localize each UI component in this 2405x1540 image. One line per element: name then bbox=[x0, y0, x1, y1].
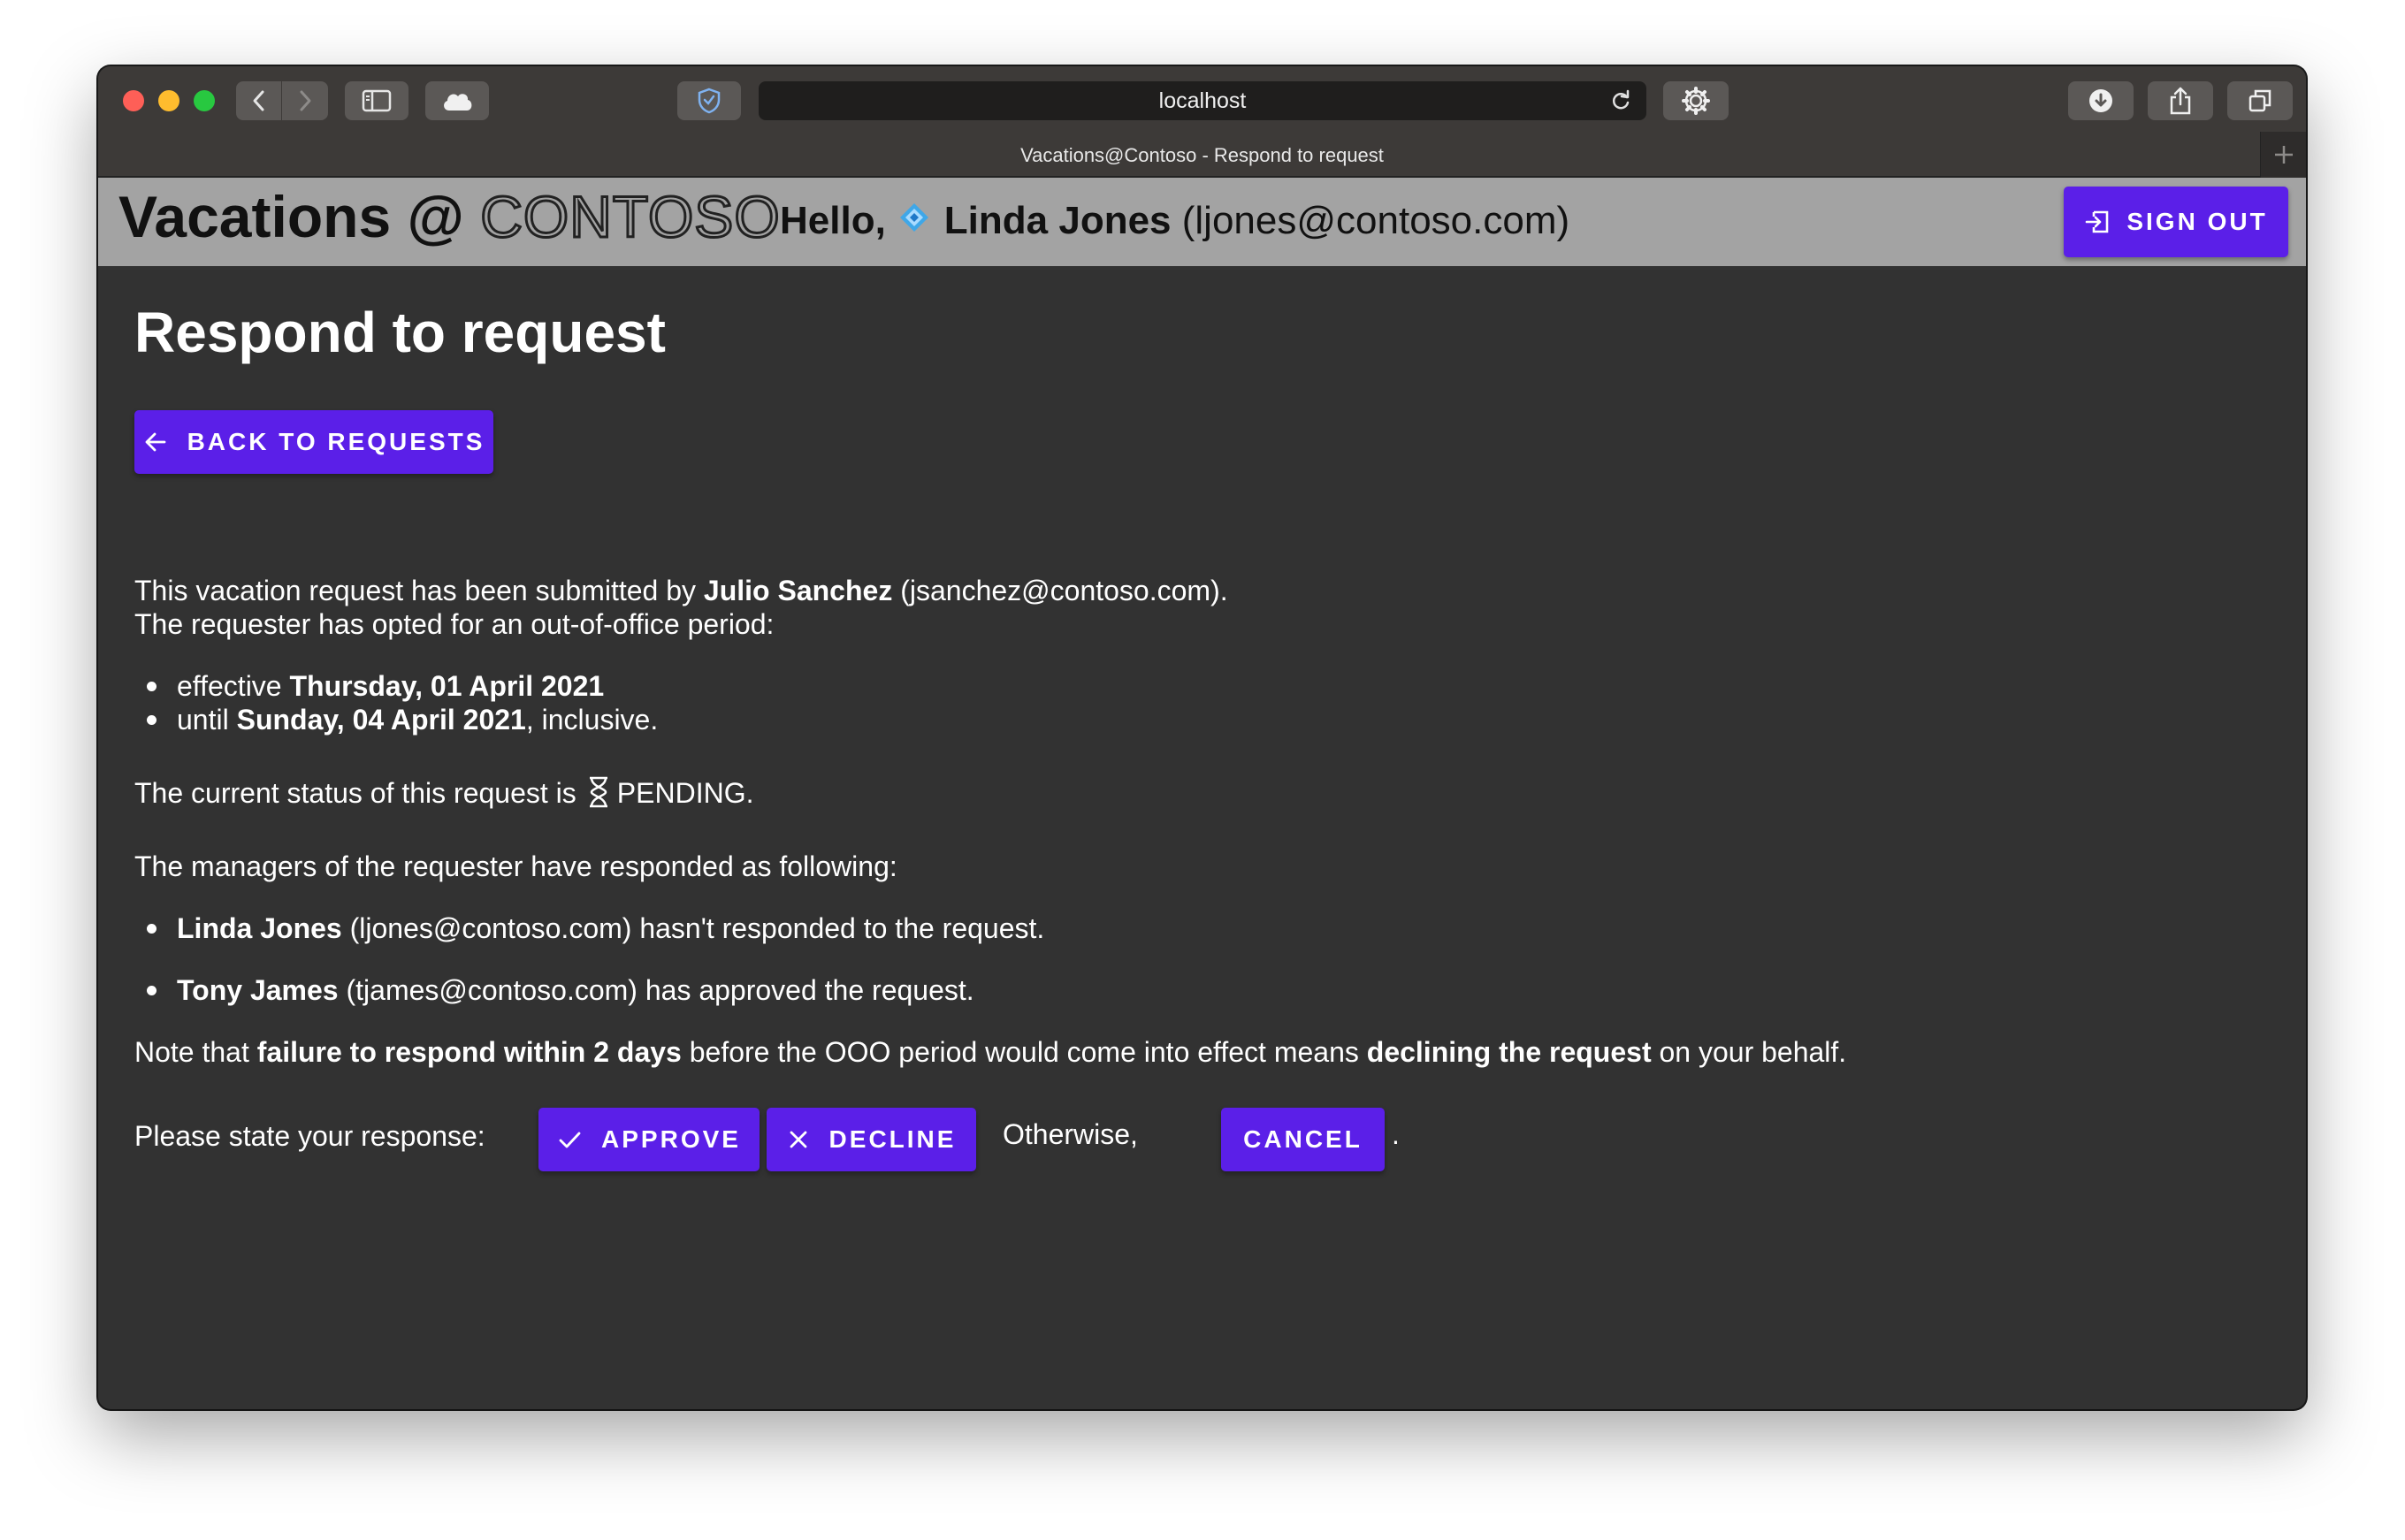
response-prompt: Please state your response: bbox=[134, 1120, 485, 1152]
back-to-requests-button[interactable]: BACK TO REQUESTS bbox=[134, 410, 493, 474]
zoom-window-button[interactable] bbox=[194, 90, 215, 111]
navigation-buttons bbox=[236, 81, 328, 120]
browser-toolbar: localhost Vacations@Contoso - Respond to… bbox=[98, 66, 2306, 178]
sidebar-toggle-button[interactable] bbox=[345, 81, 408, 120]
page-title: Respond to request bbox=[134, 301, 666, 364]
user-avatar-icon bbox=[898, 199, 930, 243]
status-line: The current status of this request is PEN… bbox=[134, 776, 753, 815]
sidebar-icon bbox=[362, 89, 392, 112]
period-intro: The requester has opted for an out-of-of… bbox=[134, 608, 775, 640]
chevron-left-icon bbox=[253, 90, 263, 111]
user-greeting: Hello, Linda Jones (ljones@contoso.com) bbox=[780, 199, 1569, 243]
submitted-by-line: This vacation request has been submitted… bbox=[134, 574, 1228, 607]
share-button[interactable] bbox=[2148, 81, 2213, 120]
brand-name: CONTOSO bbox=[479, 183, 781, 251]
deadline-note: Note that failure to respond within 2 da… bbox=[134, 1035, 1846, 1069]
browser-window: localhost Vacations@Contoso - Respond to… bbox=[98, 66, 2306, 1409]
manager-response-item: Tony James (tjames@contoso.com) has appr… bbox=[147, 973, 974, 1007]
brand-prefix: Vacations @ bbox=[118, 184, 464, 249]
manager-response: (tjames@contoso.com) has approved the re… bbox=[338, 974, 974, 1006]
approve-label: APPROVE bbox=[601, 1125, 741, 1153]
plus-icon bbox=[2274, 146, 2293, 164]
submitted-prefix: This vacation request has been submitted… bbox=[134, 575, 697, 606]
user-name: Linda Jones bbox=[943, 199, 1172, 242]
reload-icon[interactable] bbox=[1609, 89, 1632, 112]
back-nav-button[interactable] bbox=[236, 81, 282, 120]
window-controls bbox=[123, 90, 215, 111]
requester-email: (jsanchez@contoso.com). bbox=[900, 575, 1228, 606]
status-prefix: The current status of this request is bbox=[134, 777, 576, 809]
requester-name: Julio Sanchez bbox=[703, 575, 893, 606]
url-text: localhost bbox=[1158, 88, 1247, 113]
tab-title[interactable]: Vacations@Contoso - Respond to request bbox=[98, 144, 2306, 167]
extensions-button[interactable] bbox=[1663, 81, 1729, 120]
note-middle: before the OOO period would come into ef… bbox=[681, 1036, 1367, 1068]
sign-out-icon bbox=[2086, 210, 2109, 233]
note-prefix: Note that bbox=[134, 1036, 257, 1068]
managers-intro: The managers of the requester have respo… bbox=[134, 850, 897, 882]
until-suffix: , inclusive. bbox=[525, 704, 659, 736]
user-email: (ljones@contoso.com) bbox=[1181, 199, 1570, 242]
app-logo[interactable]: Vacations @ CONTOSO bbox=[118, 183, 781, 251]
cancel-label: CANCEL bbox=[1243, 1125, 1363, 1153]
icloud-button[interactable] bbox=[425, 81, 489, 120]
app-header: Vacations @ CONTOSO Hello, Linda Jones (… bbox=[98, 178, 2306, 266]
forward-nav-button[interactable] bbox=[282, 81, 328, 120]
privacy-report-button[interactable] bbox=[677, 81, 741, 120]
until-date: Sunday, 04 April 2021 bbox=[236, 704, 526, 736]
new-tab-button[interactable] bbox=[2260, 132, 2306, 178]
manager-name: Tony James bbox=[177, 974, 339, 1006]
sign-out-button[interactable]: SIGN OUT bbox=[2064, 187, 2288, 257]
sign-out-label: SIGN OUT bbox=[2126, 208, 2268, 235]
effective-prefix: effective bbox=[177, 670, 282, 702]
note-suffix: on your behalf. bbox=[1651, 1036, 1847, 1068]
hello-text: Hello, bbox=[780, 199, 886, 242]
close-icon bbox=[790, 1131, 806, 1148]
shield-icon bbox=[698, 88, 721, 114]
decline-button[interactable]: DECLINE bbox=[767, 1108, 976, 1171]
status-value: PENDING. bbox=[616, 777, 754, 809]
otherwise-text: Otherwise, bbox=[1003, 1118, 1138, 1150]
hourglass-icon bbox=[587, 776, 610, 815]
cancel-request-button[interactable]: CANCEL bbox=[1221, 1108, 1385, 1171]
sentence-end: . bbox=[1392, 1118, 1400, 1150]
until-prefix: until bbox=[177, 704, 229, 736]
tab-overview-button[interactable] bbox=[2227, 81, 2293, 120]
until-date-item: until Sunday, 04 April 2021, inclusive. bbox=[146, 703, 659, 736]
gear-icon bbox=[1682, 87, 1710, 115]
note-deadline: failure to respond within 2 days bbox=[256, 1036, 682, 1068]
approve-button[interactable]: APPROVE bbox=[538, 1108, 760, 1171]
manager-response: (ljones@contoso.com) hasn't responded to… bbox=[341, 912, 1045, 944]
effective-date-item: effective Thursday, 01 April 2021 bbox=[146, 669, 605, 703]
check-icon bbox=[559, 1132, 581, 1148]
note-consequence: declining the request bbox=[1366, 1036, 1652, 1068]
back-label: BACK TO REQUESTS bbox=[187, 428, 485, 455]
effective-date: Thursday, 01 April 2021 bbox=[289, 670, 605, 702]
downloads-button[interactable] bbox=[2068, 81, 2134, 120]
minimize-window-button[interactable] bbox=[158, 90, 179, 111]
arrow-left-icon bbox=[145, 432, 165, 452]
address-bar[interactable]: localhost bbox=[759, 81, 1646, 120]
manager-response-item: Linda Jones (ljones@contoso.com) hasn't … bbox=[146, 911, 1045, 945]
download-icon bbox=[2089, 89, 2112, 112]
share-icon bbox=[2170, 87, 2191, 115]
chevron-right-icon bbox=[300, 90, 311, 111]
decline-label: DECLINE bbox=[828, 1125, 957, 1153]
cloud-icon bbox=[444, 94, 472, 111]
manager-name: Linda Jones bbox=[177, 912, 342, 944]
close-window-button[interactable] bbox=[123, 90, 144, 111]
tabs-icon bbox=[2248, 89, 2271, 112]
